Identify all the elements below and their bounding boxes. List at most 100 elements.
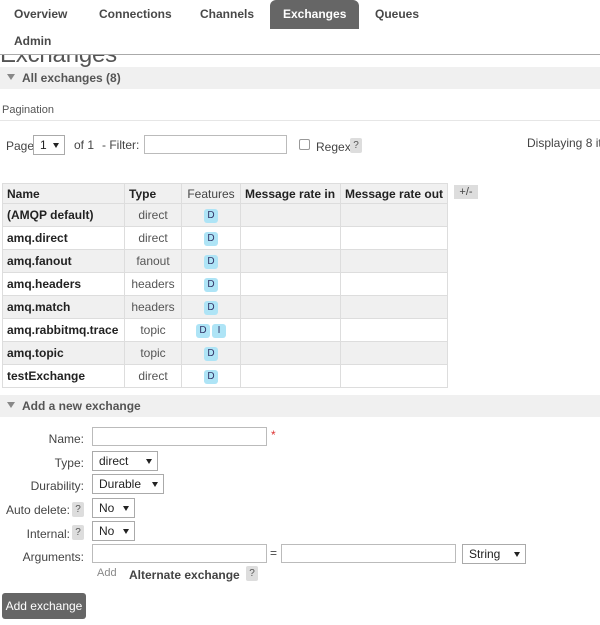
rate-out-cell: [339, 341, 449, 365]
table-row[interactable]: amq.topic topic D: [2, 341, 449, 365]
durable-badge: D: [204, 370, 218, 384]
rate-out-cell: [339, 203, 449, 227]
durability-select[interactable]: Durable: [92, 474, 164, 494]
exchange-name-link[interactable]: (AMQP default): [2, 203, 125, 227]
internal-select-value: No: [99, 524, 115, 538]
table-row[interactable]: (AMQP default) direct D: [2, 203, 449, 227]
rate-out-cell: [339, 318, 449, 342]
type-label: Type:: [54, 456, 84, 470]
argument-type-select[interactable]: String: [462, 544, 526, 564]
table-header-row: Name Type Features Message rate in Messa…: [2, 183, 449, 204]
filter-input[interactable]: [144, 135, 287, 154]
durable-badge: D: [204, 255, 218, 269]
table-row[interactable]: amq.headers headers D: [2, 272, 449, 296]
chevron-down-icon: [514, 552, 520, 557]
alternate-exchange-link[interactable]: Alternate exchange: [129, 568, 240, 582]
type-select[interactable]: direct: [92, 451, 158, 471]
durable-badge: D: [204, 301, 218, 315]
column-header-name[interactable]: Name: [2, 183, 125, 204]
table-row[interactable]: amq.match headers D: [2, 295, 449, 319]
add-argument-link[interactable]: Add: [97, 567, 117, 579]
internal-help-icon[interactable]: ?: [72, 525, 84, 540]
exchange-name-link[interactable]: amq.direct: [2, 226, 125, 250]
chevron-down-icon: [152, 482, 158, 487]
table-row[interactable]: amq.rabbitmq.trace topic DI: [2, 318, 449, 342]
rate-out-cell: [339, 249, 449, 273]
alternate-exchange-help-icon[interactable]: ?: [246, 566, 258, 581]
column-header-type[interactable]: Type: [124, 183, 182, 204]
tab-overview[interactable]: Overview: [14, 7, 67, 21]
collapse-triangle-icon: [7, 402, 15, 408]
auto-delete-help-icon[interactable]: ?: [72, 502, 84, 517]
regex-help-icon[interactable]: ?: [350, 138, 362, 153]
add-exchange-button[interactable]: Add exchange: [2, 593, 86, 619]
exchange-name-link[interactable]: amq.match: [2, 295, 125, 319]
durable-badge: D: [204, 209, 218, 223]
auto-delete-select[interactable]: No: [92, 498, 135, 518]
durable-badge: D: [196, 324, 210, 338]
durable-badge: D: [204, 232, 218, 246]
rate-in-cell: [240, 341, 341, 365]
table-row[interactable]: testExchange direct D: [2, 364, 449, 388]
chevron-down-icon: [123, 529, 129, 534]
tab-connections[interactable]: Connections: [99, 7, 172, 21]
exchange-name-input[interactable]: [92, 427, 267, 446]
exchange-type: headers: [124, 295, 182, 319]
rate-in-cell: [240, 295, 341, 319]
rate-out-cell: [339, 226, 449, 250]
internal-select[interactable]: No: [92, 521, 135, 541]
column-header-rate-in[interactable]: Message rate in: [240, 183, 341, 204]
add-exchange-title: Add a new exchange: [22, 399, 141, 413]
exchange-features: D: [181, 249, 241, 273]
nav-bar-backdrop: [0, 31, 600, 55]
tab-channels[interactable]: Channels: [200, 7, 254, 21]
exchange-features: D: [181, 226, 241, 250]
filter-label: - Filter:: [102, 138, 140, 152]
page-select[interactable]: 1: [33, 135, 65, 155]
column-toggle-button[interactable]: +/-: [454, 185, 478, 199]
exchange-name-link[interactable]: amq.headers: [2, 272, 125, 296]
page-label: Page: [6, 139, 35, 153]
rate-out-cell: [339, 272, 449, 296]
rate-in-cell: [240, 364, 341, 388]
rate-in-cell: [240, 318, 341, 342]
durable-badge: D: [204, 278, 218, 292]
tab-admin-overlay[interactable]: Admin: [14, 34, 51, 48]
arguments-label: Arguments:: [22, 550, 84, 564]
auto-delete-label: Auto delete:: [5, 503, 70, 517]
page-select-value: 1: [40, 138, 47, 152]
auto-delete-select-value: No: [99, 501, 115, 515]
type-select-value: direct: [99, 454, 129, 468]
exchanges-table: Name Type Features Message rate in Messa…: [2, 183, 449, 388]
exchange-name-link[interactable]: amq.rabbitmq.trace: [2, 318, 125, 342]
durable-badge: D: [204, 347, 218, 361]
exchange-name-link[interactable]: amq.topic: [2, 341, 125, 365]
tab-queues[interactable]: Queues: [375, 7, 419, 21]
exchange-features: D: [181, 295, 241, 319]
exchange-features: D: [181, 364, 241, 388]
exchange-type: headers: [124, 272, 182, 296]
exchange-name-link[interactable]: amq.fanout: [2, 249, 125, 273]
column-header-rate-out[interactable]: Message rate out: [339, 183, 449, 204]
durability-label: Durability:: [30, 479, 84, 493]
all-exchanges-header[interactable]: All exchanges (8): [0, 67, 600, 89]
argument-key-input[interactable]: [92, 544, 267, 563]
exchange-type: direct: [124, 226, 182, 250]
exchange-type: direct: [124, 203, 182, 227]
chevron-down-icon: [123, 506, 129, 511]
regex-label: Regex: [316, 140, 351, 154]
argument-value-input[interactable]: [281, 544, 456, 563]
exchange-features: D: [181, 203, 241, 227]
exchange-type: topic: [124, 318, 182, 342]
rate-out-cell: [339, 295, 449, 319]
tab-exchanges[interactable]: Exchanges: [270, 0, 360, 29]
rate-in-cell: [240, 249, 341, 273]
table-row[interactable]: amq.fanout fanout D: [2, 249, 449, 273]
chevron-down-icon: [53, 143, 59, 148]
argument-type-value: String: [469, 547, 501, 561]
add-exchange-header[interactable]: Add a new exchange: [0, 395, 600, 417]
durability-select-value: Durable: [99, 477, 142, 491]
table-row[interactable]: amq.direct direct D: [2, 226, 449, 250]
exchange-name-link[interactable]: testExchange: [2, 364, 125, 388]
regex-checkbox[interactable]: [299, 139, 310, 150]
